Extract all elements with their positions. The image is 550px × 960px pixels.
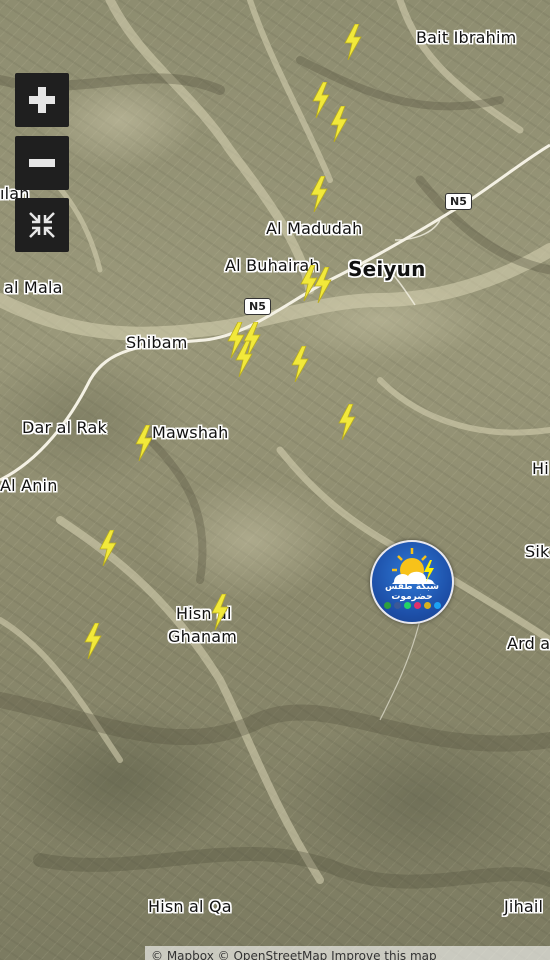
place-label-dar-al-rak: Dar al Rak bbox=[22, 418, 107, 437]
lightning-icon bbox=[84, 623, 102, 659]
lightning-icon bbox=[291, 346, 309, 382]
lightning-icon bbox=[211, 594, 229, 630]
lightning-icon bbox=[314, 267, 332, 303]
social-icon bbox=[383, 602, 391, 609]
lightning-icon bbox=[235, 341, 253, 377]
place-label-al-anin: Al Anin bbox=[0, 476, 58, 495]
social-icon bbox=[403, 602, 411, 609]
lightning-icon bbox=[338, 404, 356, 440]
fullscreen-toggle-button[interactable] bbox=[15, 198, 69, 252]
lightning-icon bbox=[135, 425, 153, 461]
place-label-al-madudah: Al Madudah bbox=[266, 219, 363, 238]
place-label-mawshah: Mawshah bbox=[152, 423, 229, 442]
place-label-ard-a: Ard a bbox=[507, 634, 550, 653]
place-label-bait-ibrahim: Bait Ibrahim bbox=[416, 28, 517, 47]
lightning-icon bbox=[99, 530, 117, 566]
road-layer bbox=[0, 143, 550, 721]
place-label-shibam: Shibam bbox=[126, 333, 188, 352]
road-shield-n5-west: N5 bbox=[244, 298, 271, 315]
logo-brand-text: شبكة طقس حضرموت bbox=[384, 582, 440, 602]
weather-network-logo: شبكة طقس حضرموت bbox=[370, 540, 454, 624]
social-icon bbox=[423, 602, 431, 609]
social-icon bbox=[393, 602, 401, 609]
place-label-al-mala: al Mala bbox=[4, 278, 63, 297]
place-label-hi: Hi bbox=[532, 459, 549, 478]
satellite-map[interactable]: Bait Ibrahim Al Madudah Al Buhairah Seiy… bbox=[0, 0, 550, 960]
place-label-jihail: Jihail bbox=[504, 897, 544, 916]
lightning-icon bbox=[344, 24, 362, 60]
minus-icon bbox=[29, 159, 55, 167]
collapse-arrows-icon bbox=[29, 212, 55, 238]
place-label-sik: Sik bbox=[525, 542, 550, 561]
road-shield-n5-east: N5 bbox=[445, 193, 472, 210]
lightning-icon bbox=[310, 176, 328, 212]
place-label-hisn-al-qa: Hisn al Qa bbox=[148, 897, 232, 916]
map-attribution[interactable]: © Mapbox © OpenStreetMap Improve this ma… bbox=[145, 946, 550, 960]
sun-cloud-icon bbox=[392, 548, 434, 584]
social-icons-row bbox=[378, 602, 446, 609]
zoom-in-button[interactable] bbox=[15, 73, 69, 127]
social-icon bbox=[413, 602, 421, 609]
zoom-out-button[interactable] bbox=[15, 136, 69, 190]
social-icon bbox=[433, 602, 441, 609]
place-label-seiyun: Seiyun bbox=[348, 257, 426, 281]
lightning-icon bbox=[330, 106, 348, 142]
lightning-icon bbox=[312, 82, 330, 118]
plus-icon bbox=[29, 87, 55, 113]
